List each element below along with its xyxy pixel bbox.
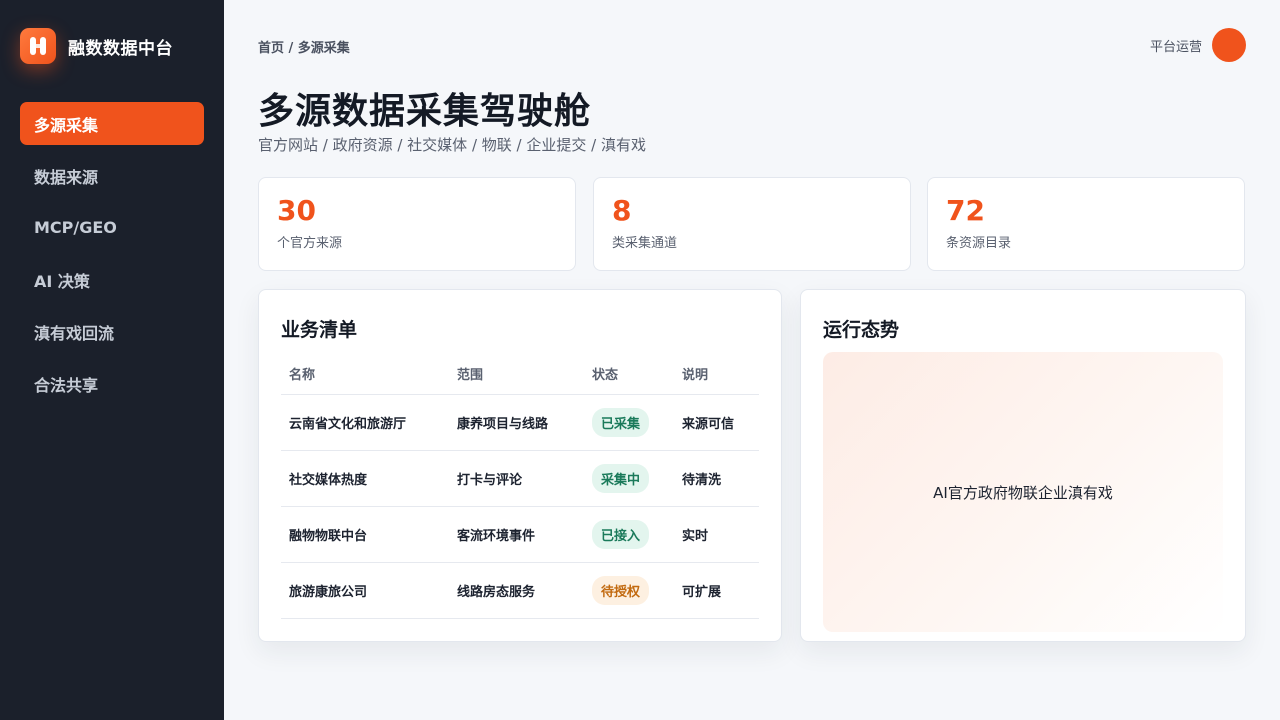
cell-note: 可扩展 — [674, 562, 759, 619]
sidebar-item-label: 滇有戏回流 — [34, 323, 115, 343]
sidebar-item-data-sources[interactable]: 数据来源 — [20, 154, 204, 197]
runtime-panel: 运行态势 AI官方政府物联企业滇有戏 — [800, 289, 1246, 642]
user-name: 平台运营 — [1149, 39, 1202, 55]
sidebar-item-label: 数据来源 — [34, 167, 99, 187]
sidebar-item-label: 合法共享 — [34, 375, 99, 395]
brand[interactable]: 融数数据中台 — [20, 28, 173, 64]
cell-name: 融物物联中台 — [281, 506, 449, 563]
brand-logo-icon — [20, 28, 56, 64]
sidebar-item-legal-share[interactable]: 合法共享 — [20, 362, 204, 405]
cell-name: 云南省文化和旅游厅 — [281, 394, 449, 451]
status-badge: 已接入 — [592, 519, 650, 549]
runtime-visual-area: AI官方政府物联企业滇有戏 — [823, 352, 1223, 632]
sidebar-item-mcp-geo[interactable]: MCP/GEO — [20, 206, 204, 249]
page-subtitle: 官方网站 / 政府资源 / 社交媒体 / 物联 / 企业提交 / 滇有戏 — [258, 136, 646, 154]
cell-status: 采集中 — [584, 450, 674, 507]
business-list-panel: 业务清单 名称 范围 状态 说明 云南省文化和旅游厅 康养项目与线路 已采集 来… — [258, 289, 782, 642]
avatar[interactable] — [1212, 28, 1246, 62]
business-table: 名称 范围 状态 说明 云南省文化和旅游厅 康养项目与线路 已采集 来源可信 社… — [281, 354, 759, 619]
status-badge: 待授权 — [592, 575, 650, 605]
cell-scope: 客流环境事件 — [449, 506, 584, 563]
cell-status: 待授权 — [584, 562, 674, 619]
user-menu[interactable]: 平台运营 — [1150, 28, 1246, 62]
stat-value: 30 — [277, 194, 316, 227]
cell-status: 已采集 — [584, 394, 674, 451]
column-header-status: 状态 — [584, 354, 674, 395]
page-title: 多源数据采集驾驶舱 — [258, 91, 592, 132]
stat-value: 72 — [946, 194, 985, 227]
cell-note: 来源可信 — [674, 394, 759, 451]
stat-label: 个官方来源 — [277, 236, 343, 251]
table-header-row: 名称 范围 状态 说明 — [281, 354, 759, 395]
cell-note: 待清洗 — [674, 450, 759, 507]
column-header-note: 说明 — [674, 354, 759, 395]
sidebar-item-label: AI 决策 — [34, 271, 90, 291]
sidebar-item-label: MCP/GEO — [34, 218, 117, 237]
column-header-name: 名称 — [281, 354, 449, 395]
table-row[interactable]: 融物物联中台 客流环境事件 已接入 实时 — [281, 506, 759, 563]
sidebar-item-dianyouxi[interactable]: 滇有戏回流 — [20, 310, 204, 353]
table-row[interactable]: 社交媒体热度 打卡与评论 采集中 待清洗 — [281, 450, 759, 507]
brand-name: 融数数据中台 — [68, 38, 173, 59]
sidebar-item-multi-source[interactable]: 多源采集 — [20, 102, 204, 145]
stat-card-sources: 30 个官方来源 — [258, 177, 576, 271]
stat-card-channels: 8 类采集通道 — [593, 177, 911, 271]
stat-label: 条资源目录 — [946, 236, 1012, 251]
table-row[interactable]: 云南省文化和旅游厅 康养项目与线路 已采集 来源可信 — [281, 394, 759, 451]
cell-scope: 康养项目与线路 — [449, 394, 584, 451]
sidebar: 融数数据中台 多源采集 数据来源 MCP/GEO AI 决策 滇有戏回流 合法共… — [0, 0, 224, 720]
table-row[interactable]: 旅游康旅公司 线路房态服务 待授权 可扩展 — [281, 562, 759, 619]
sidebar-item-ai-decision[interactable]: AI 决策 — [20, 258, 204, 301]
cell-note: 实时 — [674, 506, 759, 563]
cell-scope: 线路房态服务 — [449, 562, 584, 619]
cell-name: 社交媒体热度 — [281, 450, 449, 507]
cell-name: 旅游康旅公司 — [281, 562, 449, 619]
stat-value: 8 — [612, 194, 632, 227]
panel-title: 运行态势 — [823, 319, 900, 341]
panel-title: 业务清单 — [281, 319, 358, 341]
sidebar-nav: 多源采集 数据来源 MCP/GEO AI 决策 滇有戏回流 合法共享 — [20, 102, 204, 414]
sidebar-item-label: 多源采集 — [34, 115, 99, 135]
cell-status: 已接入 — [584, 506, 674, 563]
runtime-text: AI官方政府物联企业滇有戏 — [933, 483, 1113, 502]
stat-label: 类采集通道 — [612, 236, 678, 251]
cell-scope: 打卡与评论 — [449, 450, 584, 507]
stat-card-catalog: 72 条资源目录 — [927, 177, 1245, 271]
status-badge: 已采集 — [592, 407, 650, 437]
status-badge: 采集中 — [592, 463, 650, 493]
breadcrumb[interactable]: 首页 / 多源采集 — [258, 37, 350, 56]
column-header-scope: 范围 — [449, 354, 584, 395]
